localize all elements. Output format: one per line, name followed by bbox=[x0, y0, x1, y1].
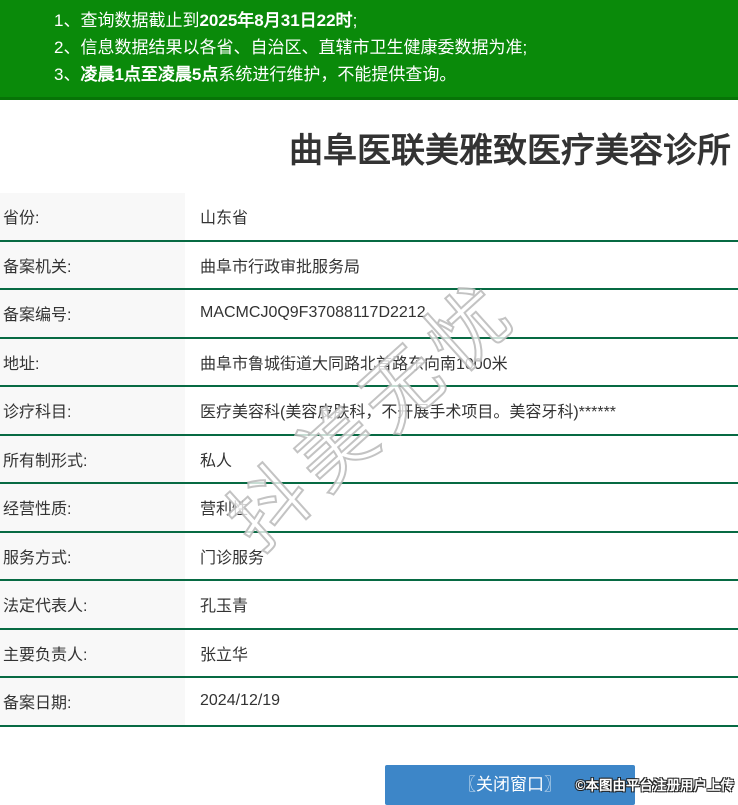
notice-list: 1、查询数据截止到2025年8月31日22时;2、信息数据结果以各省、自治区、直… bbox=[0, 0, 738, 88]
field-value: 营利性 bbox=[185, 484, 738, 531]
page-title: 曲阜医联美雅致医疗美容诊所 bbox=[0, 131, 738, 171]
table-row: 诊疗科目:医疗美容科(美容皮肤科，不开展手术项目。美容牙科)****** bbox=[0, 387, 738, 436]
field-value: 孔玉青 bbox=[185, 581, 738, 628]
table-row: 服务方式:门诊服务 bbox=[0, 533, 738, 582]
table-row: 备案日期:2024/12/19 bbox=[0, 678, 738, 727]
field-value: 2024/12/19 bbox=[185, 678, 738, 725]
field-label: 所有制形式: bbox=[0, 436, 185, 483]
field-value: 曲阜市行政审批服务局 bbox=[185, 242, 738, 289]
field-label: 主要负责人: bbox=[0, 630, 185, 677]
field-label: 服务方式: bbox=[0, 533, 185, 580]
field-label: 备案编号: bbox=[0, 290, 185, 337]
field-label: 经营性质: bbox=[0, 484, 185, 531]
field-value: 曲阜市鲁城街道大同路北首路东向南1000米 bbox=[185, 339, 738, 386]
field-value: 私人 bbox=[185, 436, 738, 483]
table-row: 法定代表人:孔玉青 bbox=[0, 581, 738, 630]
table-row: 省份:山东省 bbox=[0, 193, 738, 242]
close-window-button[interactable]: 〖关闭窗口〗 bbox=[385, 765, 635, 805]
field-label: 地址: bbox=[0, 339, 185, 386]
notice-item: 3、凌晨1点至凌晨5点系统进行维护，不能提供查询。 bbox=[0, 61, 738, 88]
table-row: 经营性质:营利性 bbox=[0, 484, 738, 533]
table-row: 地址:曲阜市鲁城街道大同路北首路东向南1000米 bbox=[0, 339, 738, 388]
notice-item: 2、信息数据结果以各省、自治区、直辖市卫生健康委数据为准; bbox=[0, 34, 738, 61]
field-label: 备案机关: bbox=[0, 242, 185, 289]
field-value: 张立华 bbox=[185, 630, 738, 677]
table-row: 备案编号:MACMCJ0Q9F37088117D2212 bbox=[0, 290, 738, 339]
table-row: 所有制形式:私人 bbox=[0, 436, 738, 485]
field-label: 法定代表人: bbox=[0, 581, 185, 628]
page-content: 曲阜医联美雅致医疗美容诊所 省份:山东省备案机关:曲阜市行政审批服务局备案编号:… bbox=[0, 131, 738, 805]
info-table: 省份:山东省备案机关:曲阜市行政审批服务局备案编号:MACMCJ0Q9F3708… bbox=[0, 193, 738, 727]
field-label: 诊疗科目: bbox=[0, 387, 185, 434]
field-value: 医疗美容科(美容皮肤科，不开展手术项目。美容牙科)****** bbox=[185, 387, 738, 434]
field-value: 山东省 bbox=[185, 193, 738, 240]
notice-item: 1、查询数据截止到2025年8月31日22时; bbox=[0, 7, 738, 34]
table-row: 主要负责人:张立华 bbox=[0, 630, 738, 679]
table-row: 备案机关:曲阜市行政审批服务局 bbox=[0, 242, 738, 291]
field-label: 备案日期: bbox=[0, 678, 185, 725]
field-value: 门诊服务 bbox=[185, 533, 738, 580]
notice-header: 1、查询数据截止到2025年8月31日22时;2、信息数据结果以各省、自治区、直… bbox=[0, 0, 738, 100]
field-value: MACMCJ0Q9F37088117D2212 bbox=[185, 290, 738, 337]
field-label: 省份: bbox=[0, 193, 185, 240]
